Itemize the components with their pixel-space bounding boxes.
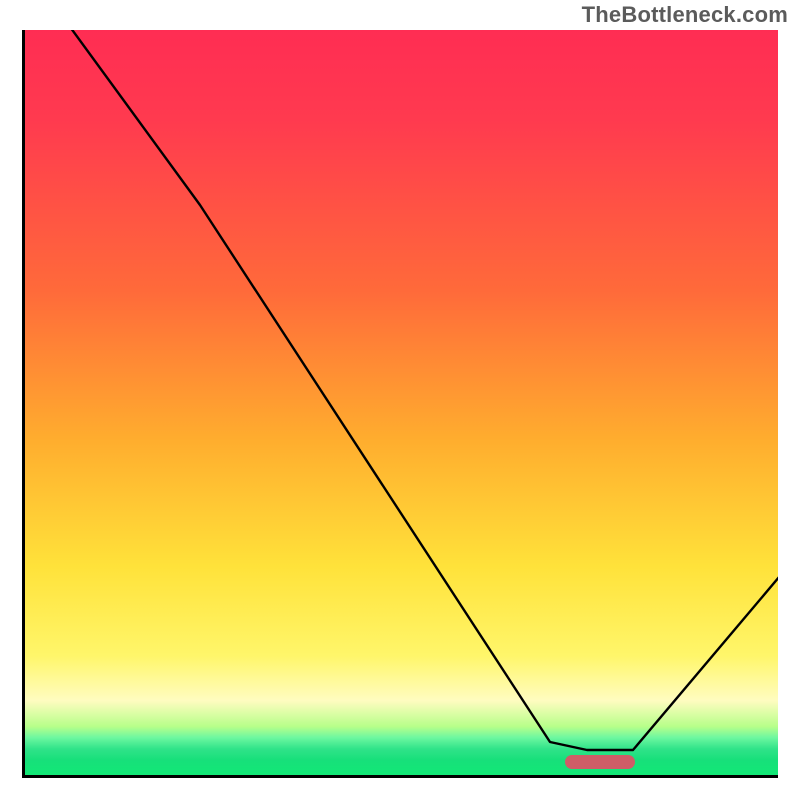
watermark-text: TheBottleneck.com [582, 2, 788, 28]
plot-area [22, 30, 778, 778]
bottleneck-curve-path [65, 30, 778, 750]
optimum-zone-marker [565, 755, 635, 769]
bottleneck-curve [25, 30, 778, 775]
chart-container: TheBottleneck.com [0, 0, 800, 800]
